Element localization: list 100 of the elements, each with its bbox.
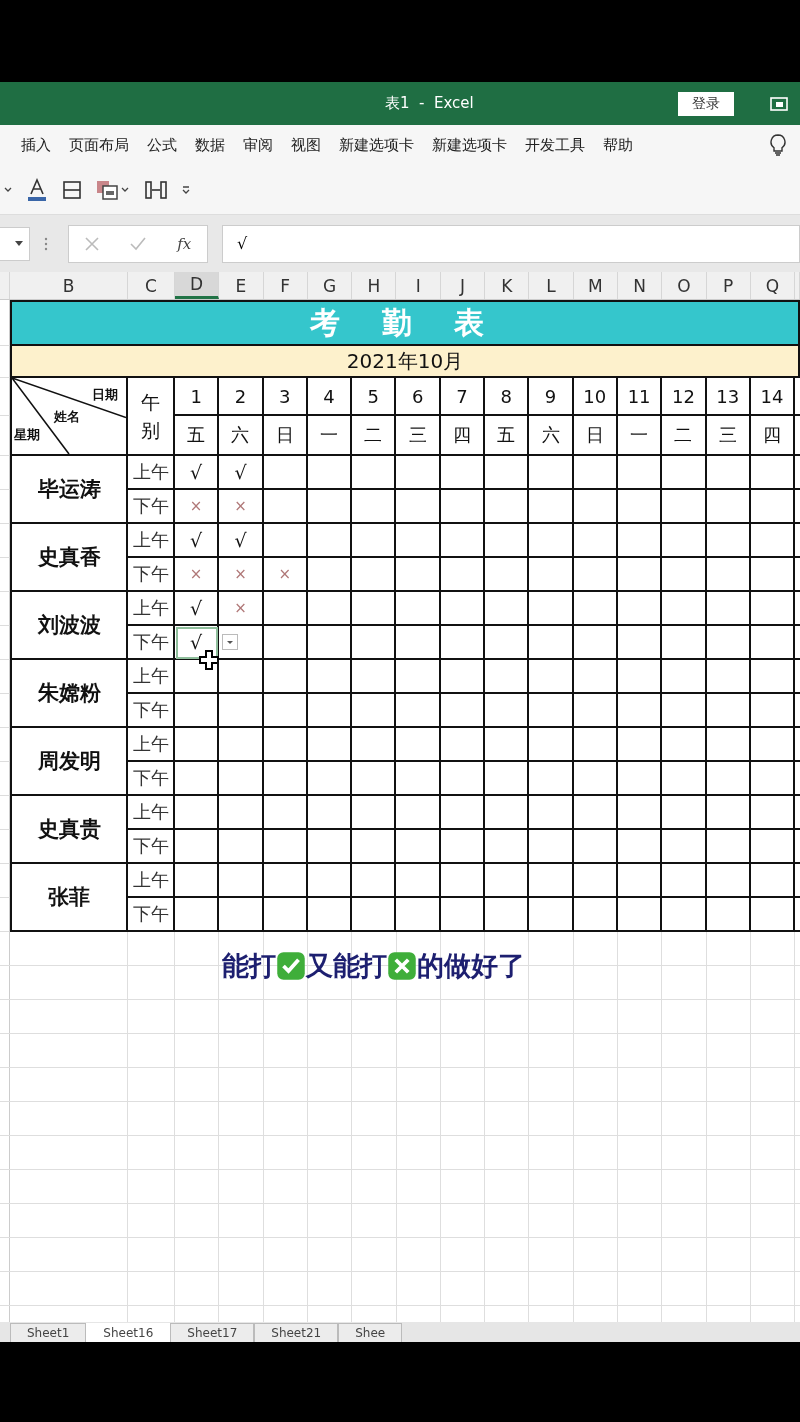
table-cell[interactable]: [219, 830, 264, 864]
table-cell[interactable]: [440, 864, 486, 898]
table-cell[interactable]: [529, 694, 574, 728]
table-cell[interactable]: [440, 456, 486, 490]
table-cell[interactable]: [706, 796, 751, 830]
sheet-tab[interactable]: Sheet16: [86, 1323, 171, 1342]
sheet-tab[interactable]: Sheet21: [254, 1323, 339, 1342]
table-cell[interactable]: [485, 796, 530, 830]
table-cell[interactable]: [485, 762, 530, 796]
login-button[interactable]: 登录: [678, 91, 734, 116]
table-cell[interactable]: [662, 660, 707, 694]
table-cell[interactable]: [529, 796, 574, 830]
table-cell[interactable]: [485, 524, 530, 558]
column-header[interactable]: F: [263, 272, 308, 299]
table-cell[interactable]: [529, 558, 574, 592]
table-cell[interactable]: [529, 660, 574, 694]
table-cell[interactable]: [307, 898, 353, 932]
lightbulb-icon[interactable]: [770, 134, 786, 156]
table-cell[interactable]: [352, 558, 397, 592]
table-cell[interactable]: [662, 456, 707, 490]
table-cell[interactable]: [263, 456, 308, 490]
table-cell[interactable]: [662, 830, 707, 864]
ribbon-tab[interactable]: 视图: [282, 130, 330, 160]
table-cell[interactable]: [396, 524, 441, 558]
table-cell[interactable]: [617, 830, 663, 864]
table-cell[interactable]: [440, 490, 486, 524]
column-header[interactable]: K: [485, 272, 530, 299]
ribbon-tab[interactable]: 数据: [186, 130, 234, 160]
table-cell[interactable]: [573, 524, 618, 558]
table-cell[interactable]: [440, 796, 486, 830]
table-cell[interactable]: [307, 592, 353, 626]
sheet-tab[interactable]: Shee: [338, 1323, 403, 1342]
table-cell[interactable]: [307, 830, 353, 864]
check-cell[interactable]: √: [219, 524, 264, 558]
table-cell[interactable]: [440, 728, 486, 762]
table-cell[interactable]: [175, 898, 220, 932]
table-cell[interactable]: [662, 762, 707, 796]
ribbon-tab[interactable]: 开发工具: [516, 130, 594, 160]
ribbon-tab[interactable]: 帮助: [594, 130, 642, 160]
table-cell[interactable]: [573, 660, 618, 694]
check-cell[interactable]: √: [175, 524, 220, 558]
cross-cell[interactable]: ×: [175, 558, 220, 592]
table-cell[interactable]: [352, 660, 397, 694]
window-mode-icon[interactable]: [770, 96, 788, 111]
table-cell[interactable]: [573, 796, 618, 830]
table-cell[interactable]: [307, 762, 353, 796]
table-cell[interactable]: [485, 694, 530, 728]
table-cell[interactable]: [396, 694, 441, 728]
table-cell[interactable]: [750, 558, 796, 592]
table-cell[interactable]: [440, 660, 486, 694]
table-cell[interactable]: [175, 830, 220, 864]
more-icon[interactable]: [182, 185, 190, 194]
table-cell[interactable]: [352, 694, 397, 728]
table-cell[interactable]: [175, 694, 220, 728]
column-header[interactable]: G: [307, 272, 353, 299]
table-cell[interactable]: [617, 864, 663, 898]
table-cell[interactable]: [573, 864, 618, 898]
table-cell[interactable]: [706, 660, 751, 694]
ribbon-tab[interactable]: 新建选项卡: [423, 130, 516, 160]
table-cell[interactable]: [750, 898, 796, 932]
table-cell[interactable]: [352, 456, 397, 490]
table-cell[interactable]: [219, 898, 264, 932]
table-cell[interactable]: [396, 592, 441, 626]
table-cell[interactable]: [352, 762, 397, 796]
table-cell[interactable]: [662, 898, 707, 932]
table-cell[interactable]: [573, 830, 618, 864]
table-cell[interactable]: [352, 830, 397, 864]
table-cell[interactable]: [617, 558, 663, 592]
table-cell[interactable]: [485, 626, 530, 660]
table-cell[interactable]: [396, 762, 441, 796]
check-cell[interactable]: √: [219, 456, 264, 490]
format-icon[interactable]: [96, 178, 130, 201]
table-cell[interactable]: [440, 558, 486, 592]
table-cell[interactable]: [396, 864, 441, 898]
table-cell[interactable]: [706, 558, 751, 592]
column-header[interactable]: N: [617, 272, 663, 299]
table-cell[interactable]: [263, 660, 308, 694]
table-cell[interactable]: [529, 728, 574, 762]
table-cell[interactable]: [219, 694, 264, 728]
table-cell[interactable]: [175, 762, 220, 796]
table-cell[interactable]: [396, 830, 441, 864]
column-header[interactable]: J: [440, 272, 486, 299]
table-cell[interactable]: [750, 456, 796, 490]
table-cell[interactable]: [750, 592, 796, 626]
table-cell[interactable]: [706, 456, 751, 490]
table-cell[interactable]: [396, 626, 441, 660]
table-cell[interactable]: [307, 864, 353, 898]
caret-icon[interactable]: [4, 186, 12, 193]
table-cell[interactable]: [617, 592, 663, 626]
table-cell[interactable]: [617, 694, 663, 728]
table-cell[interactable]: [485, 660, 530, 694]
table-cell[interactable]: [263, 898, 308, 932]
table-cell[interactable]: [617, 762, 663, 796]
table-cell[interactable]: [263, 626, 308, 660]
table-cell[interactable]: [396, 490, 441, 524]
table-cell[interactable]: [175, 660, 220, 694]
table-cell[interactable]: [352, 796, 397, 830]
table-cell[interactable]: [352, 728, 397, 762]
column-header[interactable]: I: [396, 272, 441, 299]
table-cell[interactable]: [440, 626, 486, 660]
